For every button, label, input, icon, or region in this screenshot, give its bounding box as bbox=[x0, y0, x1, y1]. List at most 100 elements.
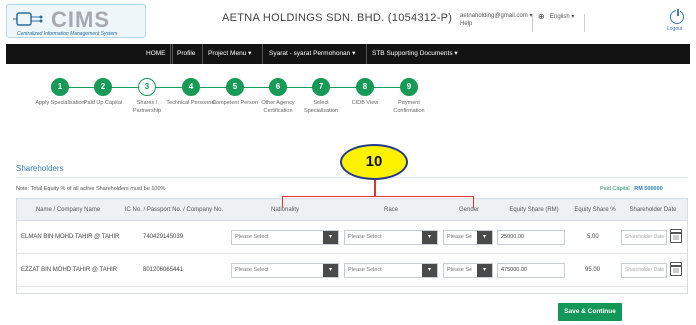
nav-divider bbox=[170, 44, 171, 64]
step-number: 4 bbox=[182, 78, 200, 96]
nav-item-stb-documents[interactable]: STB Supporting Documents ▾ bbox=[372, 44, 458, 64]
calendar-icon[interactable] bbox=[670, 229, 682, 243]
circuit-logo-icon bbox=[13, 12, 43, 26]
cims-logo[interactable]: CIMS Centralized Information Management … bbox=[6, 4, 146, 38]
nav-item-home[interactable]: HOME bbox=[146, 44, 166, 64]
chevron-down-icon: ▾ bbox=[477, 264, 492, 277]
column-header: Equity Share (RM) bbox=[509, 207, 559, 213]
step-label: Technical Personnel bbox=[166, 100, 216, 106]
step-label: Select Specialisation bbox=[304, 100, 338, 114]
table-row: EZZAT BIN MOHD TAHIR @ TAHIR 80120606544… bbox=[17, 254, 687, 287]
step-label: CIDB View bbox=[351, 100, 379, 106]
step-number: 5 bbox=[226, 78, 244, 96]
step-select-specialisation[interactable]: 7 Select Specialisation bbox=[296, 78, 346, 115]
user-email: aetnaholding@gmail.com bbox=[460, 13, 528, 19]
step-number: 1 bbox=[51, 78, 69, 96]
select-value: Please Se bbox=[447, 234, 473, 240]
step-number: 7 bbox=[312, 78, 330, 96]
nav-divider bbox=[366, 44, 367, 64]
language-label: English bbox=[550, 14, 570, 20]
equity-note: Note: Total Equity % of all active Share… bbox=[16, 186, 166, 192]
chevron-down-icon: ▾ bbox=[422, 231, 437, 244]
column-header: Equity Share % bbox=[574, 207, 616, 213]
step-shares-partnership[interactable]: 3 Shares / Partnership bbox=[122, 78, 172, 115]
step-label: Paid Up Capital bbox=[83, 100, 123, 106]
gender-select[interactable]: Please Se ▾ bbox=[443, 230, 493, 245]
nationality-select[interactable]: Please Select ▾ bbox=[231, 230, 339, 245]
column-header: Name / Company Name bbox=[35, 207, 101, 213]
paid-capital: Paid Capital : RM 500000 bbox=[600, 186, 663, 192]
globe-icon: ⊕ bbox=[538, 12, 545, 21]
column-header: IC No. / Passport No. / Company No. bbox=[124, 207, 224, 213]
column-header: Shareholder Date bbox=[629, 207, 677, 213]
step-number: 9 bbox=[400, 78, 418, 96]
chevron-down-icon: ▾ bbox=[422, 264, 437, 277]
nav-divider bbox=[262, 44, 263, 64]
chevron-down-icon: ▾ bbox=[323, 231, 338, 244]
shareholder-date-input[interactable]: Shareholder Date bbox=[621, 230, 667, 245]
shareholder-ic: 740429145039 bbox=[143, 234, 184, 240]
step-label: Shares / Partnership bbox=[132, 100, 162, 114]
shareholder-date-input[interactable]: Shareholder Date bbox=[621, 263, 667, 278]
logout-link[interactable]: Logout bbox=[667, 26, 682, 32]
save-continue-button[interactable]: Save & Continue bbox=[558, 303, 622, 321]
nav-item-syarat[interactable]: Syarat - syarat Permohonan ▾ bbox=[269, 44, 355, 64]
equity-share-percent: 95.00 bbox=[585, 267, 601, 273]
header-user-area: aetnaholding@gmail.com ▾ Help ⊕ English … bbox=[460, 8, 690, 38]
select-value: Please Select bbox=[235, 234, 269, 240]
app-header: CIMS Centralized Information Management … bbox=[0, 0, 696, 44]
annotation-bracket bbox=[282, 196, 474, 208]
select-value: Please Select bbox=[348, 234, 382, 240]
select-value: Please Se bbox=[447, 267, 473, 273]
shareholders-table: Name / Company Name IC No. / Passport No… bbox=[16, 198, 688, 294]
annotation-callout: 10 bbox=[340, 144, 408, 180]
nav-divider bbox=[172, 44, 173, 64]
step-label: Payment Confirmation bbox=[393, 100, 425, 114]
nationality-select[interactable]: Please Select ▾ bbox=[231, 263, 339, 278]
chevron-down-icon: ▾ bbox=[323, 264, 338, 277]
language-dropdown[interactable]: English ▾ bbox=[550, 13, 574, 20]
race-select[interactable]: Please Select ▾ bbox=[344, 230, 438, 245]
equity-share-percent: 5.00 bbox=[587, 234, 599, 240]
step-number: 6 bbox=[269, 78, 287, 96]
select-value: Please Select bbox=[348, 267, 382, 273]
race-select[interactable]: Please Select ▾ bbox=[344, 263, 438, 278]
logo-subtitle: Centralized Information Management Syste… bbox=[17, 31, 118, 37]
section-title: Shareholders bbox=[16, 164, 64, 173]
chevron-down-icon: ▾ bbox=[477, 231, 492, 244]
annotation-pointer bbox=[374, 180, 376, 196]
select-value: Please Select bbox=[235, 267, 269, 273]
equity-share-rm-input[interactable]: 25000.00 bbox=[497, 230, 565, 245]
gender-select[interactable]: Please Se ▾ bbox=[443, 263, 493, 278]
nav-item-project-menu[interactable]: Project Menu ▾ bbox=[208, 44, 251, 64]
main-nav: HOME Profile Project Menu ▾ Syarat - sya… bbox=[6, 44, 690, 64]
paid-capital-value: RM 500000 bbox=[634, 186, 663, 192]
step-technical-personnel[interactable]: 4 Technical Personnel bbox=[166, 78, 216, 108]
divider bbox=[584, 14, 585, 32]
shareholder-name: ELMAN BIN MOHD TAHIR @ TAHIR bbox=[21, 234, 120, 240]
divider bbox=[532, 14, 533, 32]
paid-capital-label: Paid Capital : bbox=[600, 186, 633, 192]
logo-text: CIMS bbox=[51, 7, 110, 32]
step-number: 8 bbox=[356, 78, 374, 96]
equity-share-rm-input[interactable]: 475000.00 bbox=[497, 263, 565, 278]
nav-label: Syarat - syarat Permohonan bbox=[269, 50, 351, 57]
table-row: ELMAN BIN MOHD TAHIR @ TAHIR 74042914503… bbox=[17, 221, 687, 254]
step-number: 3 bbox=[138, 78, 156, 96]
step-number: 2 bbox=[94, 78, 112, 96]
nav-label: Project Menu bbox=[208, 50, 247, 57]
divider bbox=[16, 177, 688, 178]
step-cidb-view[interactable]: 8 CIDB View bbox=[340, 78, 390, 108]
company-name: AETNA HOLDINGS SDN. BHD. (1054312-P) bbox=[222, 12, 453, 24]
power-icon[interactable] bbox=[670, 8, 684, 24]
nav-item-profile[interactable]: Profile bbox=[177, 44, 195, 64]
nav-divider bbox=[202, 44, 203, 64]
step-payment-confirmation[interactable]: 9 Payment Confirmation bbox=[384, 78, 434, 115]
nav-label: STB Supporting Documents bbox=[372, 50, 453, 57]
user-email-dropdown[interactable]: aetnaholding@gmail.com ▾ bbox=[460, 12, 532, 19]
shareholder-ic: 801206065441 bbox=[143, 267, 184, 273]
shareholder-name: EZZAT BIN MOHD TAHIR @ TAHIR bbox=[21, 267, 118, 273]
help-link[interactable]: Help bbox=[460, 21, 472, 27]
step-paid-up-capital[interactable]: 2 Paid Up Capital bbox=[78, 78, 128, 108]
calendar-icon[interactable] bbox=[670, 262, 682, 276]
